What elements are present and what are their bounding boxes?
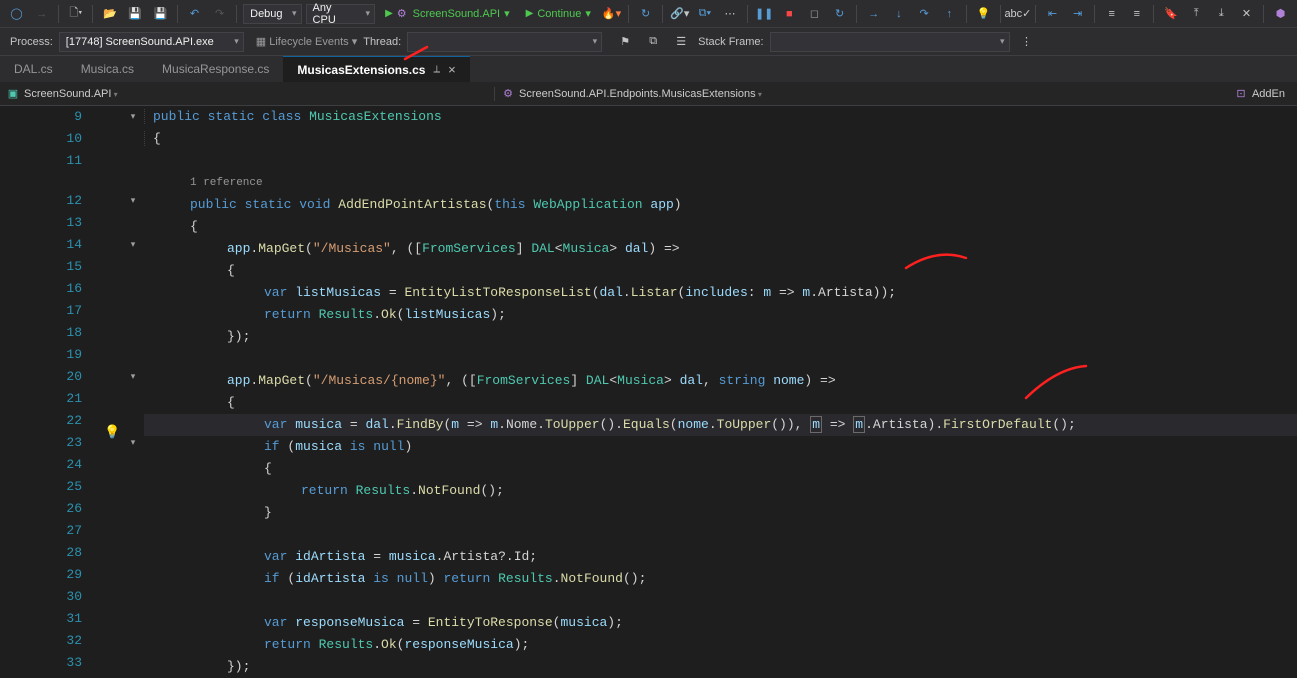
fold-toggle-icon[interactable]: ▾ xyxy=(124,366,142,388)
pin-icon[interactable]: ⟂ xyxy=(433,64,440,75)
thread-dropdown[interactable] xyxy=(407,32,602,52)
fold-gutter: ▾ ▾ ▾ ▾ ▾ xyxy=(124,106,142,666)
redo-icon[interactable]: ↷ xyxy=(209,3,230,25)
glyph-margin: 💡 xyxy=(100,106,124,666)
stop-all-icon[interactable]: ◻ xyxy=(804,3,825,25)
tab-musicaresponse[interactable]: MusicaResponse.cs xyxy=(148,56,283,82)
flag-icon[interactable]: ⚑ xyxy=(614,31,636,53)
lifecycle-dropdown[interactable]: ▦ Lifecycle Events ▾ xyxy=(256,35,357,48)
thread-label: Thread: xyxy=(363,36,401,48)
extensions-icon[interactable]: ⬢ xyxy=(1270,3,1291,25)
type-dropdown[interactable]: ScreenSound.API.Endpoints.MusicasExtensi… xyxy=(519,88,762,100)
restart-icon[interactable]: ↻ xyxy=(635,3,656,25)
debug-toolbar: Process: [17748] ScreenSound.API.exe ▦ L… xyxy=(0,28,1297,56)
overflow-icon[interactable]: ⋯ xyxy=(719,3,740,25)
fold-toggle-icon[interactable]: ▾ xyxy=(124,234,142,256)
bookmark-icon[interactable]: 🔖 xyxy=(1160,3,1181,25)
platform-dropdown[interactable]: Any CPU xyxy=(306,4,376,24)
restart-debug-icon[interactable]: ↻ xyxy=(829,3,850,25)
tab-label: Musica.cs xyxy=(81,62,134,76)
code-content[interactable]: public static class MusicasExtensions { … xyxy=(142,106,1297,666)
stop-icon[interactable]: ■ xyxy=(779,3,800,25)
nav-bar: ▣ ScreenSound.API ⚙ ScreenSound.API.Endp… xyxy=(0,82,1297,106)
process-label: Process: xyxy=(10,36,53,48)
nav-fwd-icon[interactable]: → xyxy=(31,3,52,25)
pause-icon[interactable]: ❚❚ xyxy=(754,3,775,25)
save-all-icon[interactable]: 💾 xyxy=(150,3,171,25)
lightbulb-icon[interactable]: 💡 xyxy=(104,425,120,440)
fold-toggle-icon[interactable]: ▾ xyxy=(124,432,142,454)
bookmark-clear-icon[interactable]: ✕ xyxy=(1236,3,1257,25)
tab-musicasextensions[interactable]: MusicasExtensions.cs ⟂ × xyxy=(283,56,469,82)
startup-project-label: ScreenSound.API xyxy=(413,8,500,20)
step-over-icon[interactable]: ↷ xyxy=(914,3,935,25)
browser-link-icon[interactable]: 🔗▾ xyxy=(669,3,690,25)
undo-icon[interactable]: ↶ xyxy=(184,3,205,25)
nav-back-icon[interactable]: ◯ xyxy=(6,3,27,25)
step-into-icon[interactable]: ↓ xyxy=(888,3,909,25)
close-icon[interactable]: × xyxy=(448,62,456,77)
debug-overflow-icon[interactable]: ⋮ xyxy=(1016,31,1038,53)
continue-label: Continue xyxy=(537,8,581,20)
document-tabs: DAL.cs Musica.cs MusicaResponse.cs Music… xyxy=(0,56,1297,82)
code-lens[interactable]: 1 reference xyxy=(144,172,1297,194)
main-toolbar: ◯ → 🗋▾ 📂 💾 💾 ↶ ↷ Debug Any CPU ⚙ScreenSo… xyxy=(0,0,1297,28)
fold-toggle-icon[interactable]: ▾ xyxy=(124,106,142,128)
csharp-project-icon: ▣ xyxy=(6,87,20,101)
save-icon[interactable]: 💾 xyxy=(125,3,146,25)
startup-project-button[interactable]: ⚙ScreenSound.API ▾ xyxy=(379,3,516,25)
stackframe-dropdown[interactable] xyxy=(770,32,1010,52)
project-dropdown[interactable]: ScreenSound.API xyxy=(24,88,488,100)
process-dropdown[interactable]: [17748] ScreenSound.API.exe xyxy=(59,32,244,52)
new-item-icon[interactable]: 🗋▾ xyxy=(65,3,86,25)
app-insights-icon[interactable]: 💡 xyxy=(973,3,994,25)
tab-dal[interactable]: DAL.cs xyxy=(0,56,67,82)
spell-check-icon[interactable]: abc✓ xyxy=(1007,3,1029,25)
open-icon[interactable]: 📂 xyxy=(99,3,120,25)
hot-reload-icon[interactable]: 🔥▾ xyxy=(601,3,622,25)
bookmark-prev-icon[interactable]: ⤒ xyxy=(1186,3,1207,25)
live-share-icon[interactable]: ⧉▾ xyxy=(694,3,715,25)
class-icon: ⚙ xyxy=(501,87,515,101)
threads-icon[interactable]: ⧉ xyxy=(642,31,664,53)
comment-icon[interactable]: ≡ xyxy=(1101,3,1122,25)
tab-label: MusicaResponse.cs xyxy=(162,62,269,76)
tab-label: DAL.cs xyxy=(14,62,53,76)
solution-config-dropdown[interactable]: Debug xyxy=(243,4,301,24)
step-out-icon[interactable]: ↑ xyxy=(939,3,960,25)
fold-toggle-icon[interactable]: ▾ xyxy=(124,190,142,212)
callstack-icon[interactable]: ☰ xyxy=(670,31,692,53)
code-editor[interactable]: 9 10 11 12 13 14 15 16 17 18 19 20 21 22… xyxy=(0,106,1297,666)
method-icon: ⊡ xyxy=(1234,87,1248,101)
tab-musica[interactable]: Musica.cs xyxy=(67,56,148,82)
uncomment-icon[interactable]: ≡ xyxy=(1126,3,1147,25)
line-number-gutter: 9 10 11 12 13 14 15 16 17 18 19 20 21 22… xyxy=(0,106,100,666)
continue-button[interactable]: Continue ▾ xyxy=(520,3,597,25)
indent-left-icon[interactable]: ⇤ xyxy=(1042,3,1063,25)
indent-right-icon[interactable]: ⇥ xyxy=(1067,3,1088,25)
show-next-icon[interactable]: → xyxy=(863,3,884,25)
tab-label: MusicasExtensions.cs xyxy=(297,63,425,77)
bookmark-next-icon[interactable]: ⤓ xyxy=(1211,3,1232,25)
member-dropdown[interactable]: AddEn xyxy=(1252,88,1285,100)
stackframe-label: Stack Frame: xyxy=(698,36,763,48)
